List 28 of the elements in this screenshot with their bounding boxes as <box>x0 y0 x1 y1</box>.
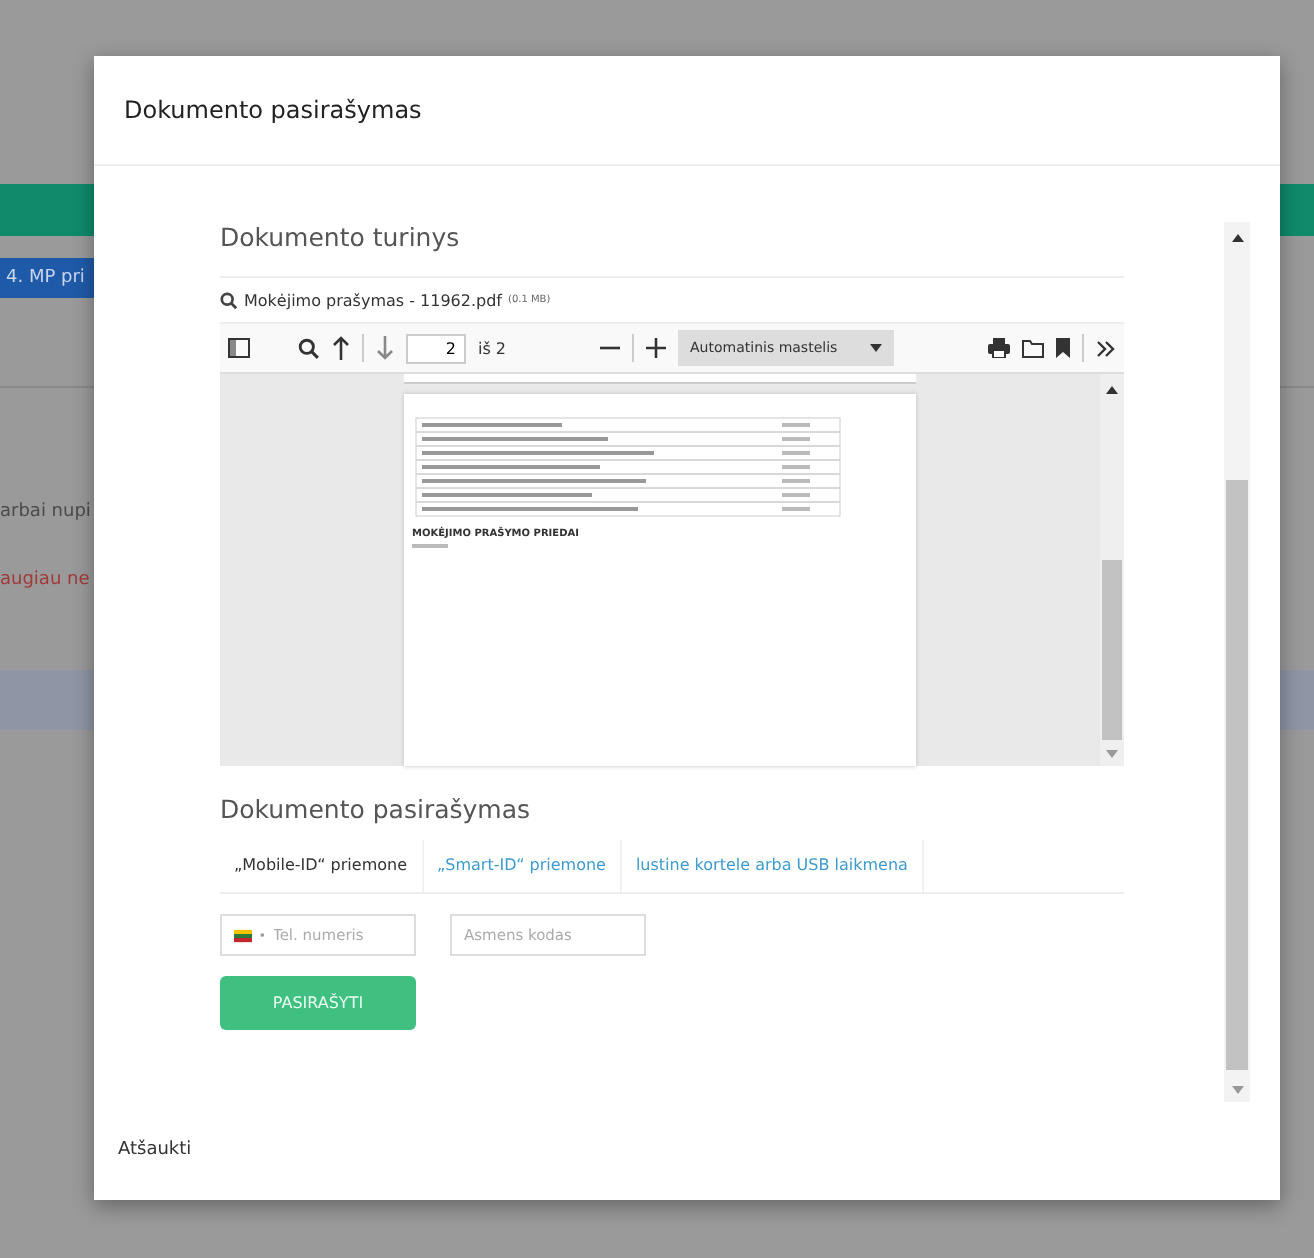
file-link[interactable]: Mokėjimo prašymas - 11962.pdf <box>244 291 502 309</box>
flag-icon <box>234 927 253 943</box>
bookmark-icon[interactable] <box>1056 338 1070 358</box>
text-line-drawing <box>412 543 448 548</box>
signing-method-tab[interactable]: „Mobile-ID“ priemone <box>220 840 423 892</box>
down-arrow-icon[interactable] <box>1231 1086 1243 1094</box>
section-heading: Dokumento turinys <box>220 222 462 252</box>
up-arrow-icon[interactable] <box>1106 386 1118 394</box>
search-icon[interactable] <box>298 337 320 359</box>
dialog-title: Dokumento pasirašymas <box>124 96 422 124</box>
scrollbar[interactable] <box>1224 222 1250 1102</box>
info-text: arbai nupi <box>0 502 93 522</box>
cancel-button[interactable]: Atšaukti <box>118 1140 192 1160</box>
up-arrow-icon[interactable] <box>332 336 350 360</box>
sidebar-toggle-icon[interactable] <box>228 338 250 358</box>
page-total: iš 2 <box>478 339 507 357</box>
print-icon[interactable] <box>988 338 1010 358</box>
scrollbar[interactable] <box>1100 374 1124 766</box>
section-heading: Dokumento pasirašymas <box>220 794 532 824</box>
step-tab[interactable]: 4. MP pri <box>0 258 94 298</box>
folder-icon[interactable] <box>1022 338 1044 358</box>
down-arrow-icon[interactable] <box>376 336 394 360</box>
plus-icon[interactable] <box>646 338 667 358</box>
page-number-field[interactable]: 2 <box>406 333 466 363</box>
double-chevron-icon[interactable] <box>1096 339 1116 357</box>
error-text: augiau ne <box>0 570 92 590</box>
search-icon <box>220 291 238 309</box>
up-arrow-icon[interactable] <box>1231 234 1243 242</box>
